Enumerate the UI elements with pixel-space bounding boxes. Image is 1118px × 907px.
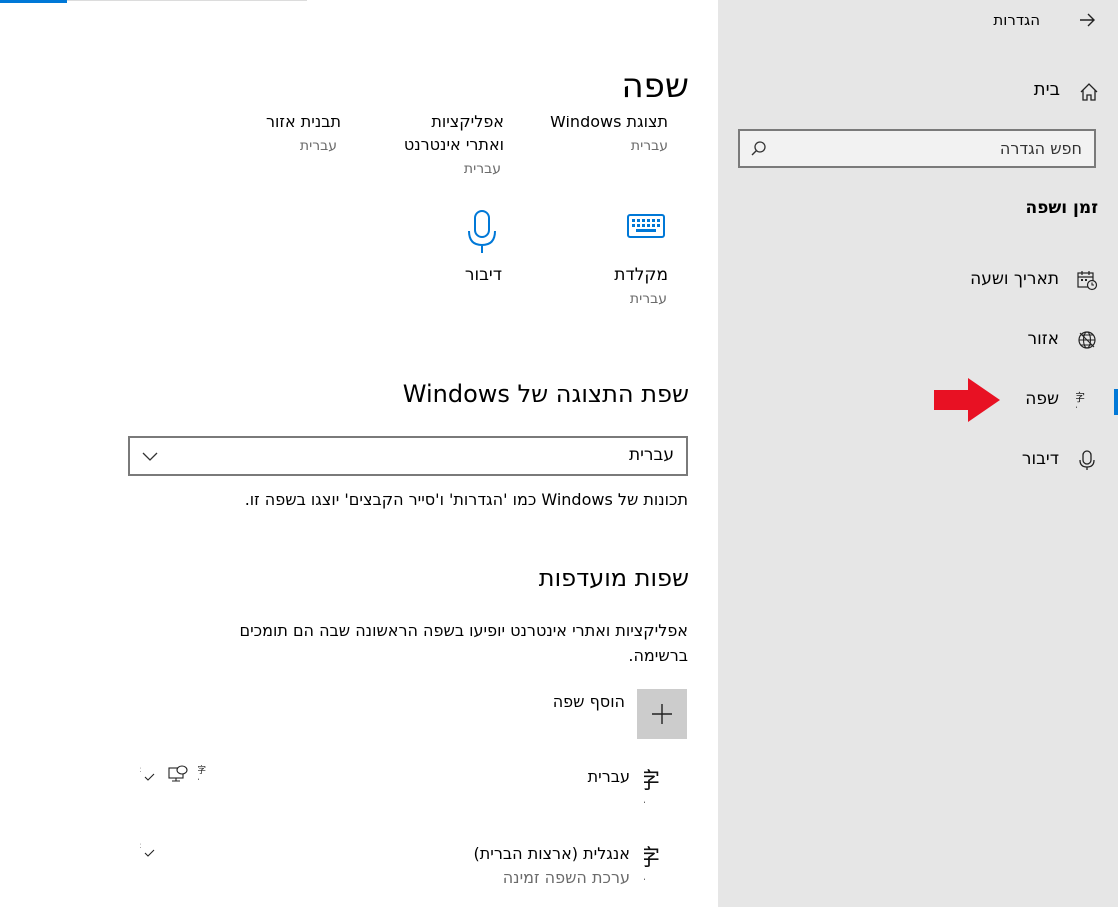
tile-label-line2: ואתרי אינטרנט bbox=[403, 135, 504, 154]
language-name: עברית bbox=[587, 767, 630, 786]
language-name: אנגלית (ארצות הברית) bbox=[473, 844, 630, 863]
sidebar-item-label: דיבור bbox=[1021, 449, 1059, 469]
home-nav-item[interactable]: בית bbox=[1020, 78, 1100, 106]
display-language-description: תכונות של Windows כמו 'הגדרות' ו'סייר הק… bbox=[244, 490, 688, 509]
svg-text:字: 字 bbox=[644, 846, 660, 871]
settings-title: הגדרות bbox=[993, 11, 1040, 29]
search-box[interactable] bbox=[738, 129, 1096, 168]
tile-windows-display[interactable]: תצוגת Windows עברית bbox=[520, 112, 670, 162]
scroll-clip bbox=[190, 108, 520, 115]
preferred-description-line2: ברשימה. bbox=[628, 646, 688, 665]
calendar-clock-icon bbox=[1077, 271, 1098, 291]
active-indicator bbox=[1114, 389, 1118, 415]
page-title: שפה bbox=[621, 66, 689, 106]
language-icon: A 字 bbox=[1076, 390, 1085, 411]
microphone-icon bbox=[468, 210, 496, 253]
tile-label: דיבור bbox=[464, 265, 502, 285]
tile-speech[interactable]: דיבור bbox=[440, 205, 520, 315]
display-language-heading: שפת התצוגה של Windows bbox=[402, 380, 689, 408]
tile-apps-websites[interactable]: אפליקציות ואתרי אינטרנט עברית bbox=[360, 112, 510, 187]
spellcheck-icon: abc bbox=[140, 765, 155, 781]
svg-text:字: 字 bbox=[1076, 390, 1085, 404]
sidebar-item-label: אזור bbox=[1027, 329, 1059, 349]
dropdown-value: עברית bbox=[628, 445, 674, 465]
sidebar-item-date-time[interactable]: תאריך ושעה bbox=[718, 259, 1118, 303]
plus-icon bbox=[652, 704, 672, 724]
annotation-arrow bbox=[934, 378, 1000, 422]
scroll-track bbox=[67, 0, 307, 1]
add-language-label[interactable]: הוסף שפה bbox=[553, 692, 625, 711]
language-status: ערכת השפה זמינה bbox=[502, 868, 630, 887]
scroll-indicator bbox=[0, 0, 67, 3]
globe-icon bbox=[1078, 331, 1096, 349]
section-title: זמן ושפה bbox=[1025, 198, 1098, 218]
search-input[interactable] bbox=[774, 131, 1094, 166]
language-icon: A 字 bbox=[644, 769, 660, 807]
home-label: בית bbox=[1033, 79, 1060, 100]
tile-keyboard[interactable]: מקלדת עברית bbox=[590, 205, 680, 315]
svg-text:abc: abc bbox=[140, 841, 141, 850]
tile-label: מקלדת bbox=[614, 265, 668, 285]
add-language-button[interactable] bbox=[637, 689, 687, 739]
sidebar-item-language[interactable]: A 字 שפה bbox=[718, 379, 1118, 423]
tile-region-format[interactable]: תבנית אזור עברית bbox=[200, 112, 350, 162]
back-arrow-icon bbox=[1080, 13, 1095, 27]
display-language-feature-icon bbox=[168, 765, 188, 782]
svg-text:abc: abc bbox=[140, 765, 141, 774]
language-feature-icon: A 字 bbox=[198, 764, 206, 783]
home-icon bbox=[1080, 83, 1098, 101]
tile-sub: עברית bbox=[299, 138, 337, 154]
clip-top-1 bbox=[520, 108, 670, 116]
sidebar-item-label: תאריך ושעה bbox=[970, 269, 1059, 289]
keyboard-icon bbox=[627, 214, 665, 238]
back-button[interactable] bbox=[1072, 6, 1102, 34]
preferred-languages-heading: שפות מועדפות bbox=[538, 564, 689, 592]
svg-text:字: 字 bbox=[644, 769, 660, 794]
display-language-dropdown[interactable]: עברית bbox=[128, 436, 688, 476]
preferred-description-line1: אפליקציות ואתרי אינטרנט יופיעו בשפה הראש… bbox=[239, 621, 688, 640]
language-item-hebrew[interactable]: A 字 עברית abc A 字 bbox=[130, 755, 688, 815]
tile-sub: עברית bbox=[630, 138, 668, 154]
spellcheck-icon: abc bbox=[140, 841, 155, 857]
sidebar-item-speech[interactable]: דיבור bbox=[718, 439, 1118, 483]
language-item-english-us[interactable]: A 字 אנגלית (ארצות הברית) ערכת השפה זמינה… bbox=[130, 832, 688, 892]
sidebar-item-label: שפה bbox=[1025, 389, 1059, 409]
chevron-down-icon bbox=[142, 452, 158, 461]
search-icon bbox=[751, 141, 766, 156]
svg-text:字: 字 bbox=[198, 764, 206, 776]
tile-sub: עברית bbox=[629, 291, 667, 307]
language-icon: A 字 bbox=[644, 846, 660, 884]
tile-sub: עברית bbox=[463, 161, 501, 177]
sidebar-item-region[interactable]: אזור bbox=[718, 319, 1118, 363]
microphone-icon bbox=[1079, 450, 1095, 470]
